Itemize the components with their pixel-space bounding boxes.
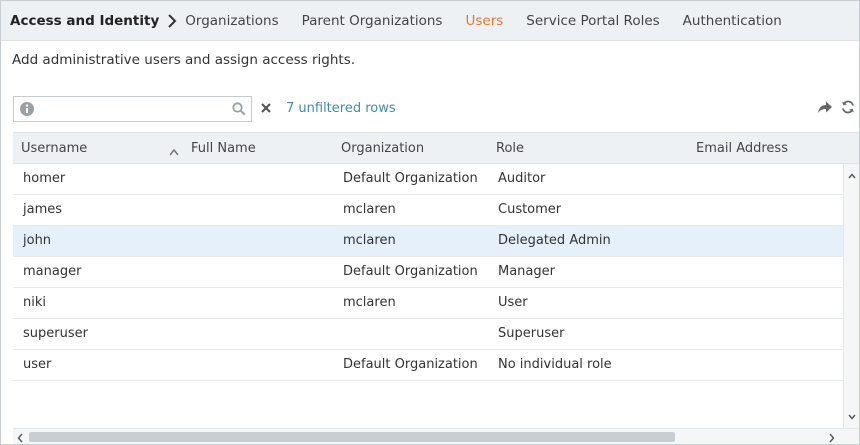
search-icon[interactable] [232, 102, 246, 120]
table-row[interactable]: niki mclaren User [13, 288, 843, 319]
info-icon[interactable] [19, 101, 35, 121]
chevron-right-icon [159, 13, 185, 28]
cell-organization: Default Organization [343, 171, 478, 186]
scroll-right-arrow-icon[interactable] [829, 432, 835, 444]
refresh-icon[interactable] [841, 100, 855, 118]
sort-ascending-icon[interactable] [169, 145, 179, 160]
cell-username: james [23, 202, 63, 217]
cell-organization: mclaren [343, 202, 396, 217]
table-row-selected[interactable]: john mclaren Delegated Admin [13, 226, 843, 257]
tab-users[interactable]: Users [465, 13, 503, 29]
table-row[interactable]: manager Default Organization Manager [13, 257, 843, 288]
cell-organization: Default Organization [343, 357, 478, 372]
cell-username: superuser [23, 326, 88, 341]
cell-username: john [23, 233, 52, 248]
horizontal-scroll-thumb[interactable] [29, 432, 675, 442]
cell-role: Delegated Admin [498, 233, 611, 248]
tab-service-portal-roles[interactable]: Service Portal Roles [526, 13, 659, 29]
table-row[interactable]: superuser Superuser [13, 319, 843, 350]
cell-organization: mclaren [343, 233, 396, 248]
scroll-left-arrow-icon[interactable] [17, 432, 23, 444]
search-field[interactable] [13, 96, 252, 122]
cell-role: No individual role [498, 357, 612, 372]
top-navigation: Access and Identity Organizations Parent… [1, 1, 859, 41]
clear-icon[interactable] [260, 102, 272, 118]
scroll-down-arrow-icon[interactable] [848, 409, 856, 424]
cell-role: Auditor [498, 171, 546, 186]
tab-authentication[interactable]: Authentication [683, 13, 782, 29]
column-header-organization[interactable]: Organization [341, 133, 424, 164]
table-row[interactable]: james mclaren Customer [13, 195, 843, 226]
table-row[interactable]: user Default Organization No individual … [13, 350, 843, 381]
cell-role: User [498, 295, 528, 310]
table-header: Username Full Name Organization Role Ema… [13, 133, 859, 164]
column-header-full-name[interactable]: Full Name [191, 133, 256, 164]
cell-organization: mclaren [343, 295, 396, 310]
cell-role: Manager [498, 264, 555, 279]
cell-username: manager [23, 264, 82, 279]
row-count-label[interactable]: 7 unfiltered rows [286, 101, 396, 116]
tab-parent-organizations[interactable]: Parent Organizations [302, 13, 443, 29]
horizontal-scrollbar[interactable] [13, 428, 859, 444]
cell-username: niki [23, 295, 46, 310]
tab-organizations[interactable]: Organizations [185, 13, 278, 29]
cell-role: Superuser [498, 326, 565, 341]
search-input[interactable] [40, 99, 230, 119]
nav-title: Access and Identity [10, 12, 160, 29]
page-description: Add administrative users and assign acce… [12, 52, 356, 68]
column-header-role[interactable]: Role [496, 133, 524, 164]
cell-username: homer [23, 171, 66, 186]
table-row[interactable]: homer Default Organization Auditor [13, 164, 843, 195]
users-table: Username Full Name Organization Role Ema… [13, 132, 859, 444]
cell-role: Customer [498, 202, 562, 217]
column-header-username[interactable]: Username [21, 133, 87, 164]
scroll-up-arrow-icon[interactable] [848, 168, 856, 183]
vertical-scrollbar[interactable] [843, 164, 859, 428]
share-icon[interactable] [817, 100, 833, 118]
app-window: Access and Identity Organizations Parent… [0, 0, 860, 445]
cell-username: user [23, 357, 52, 372]
column-header-email-address[interactable]: Email Address [696, 133, 788, 164]
cell-organization: Default Organization [343, 264, 478, 279]
